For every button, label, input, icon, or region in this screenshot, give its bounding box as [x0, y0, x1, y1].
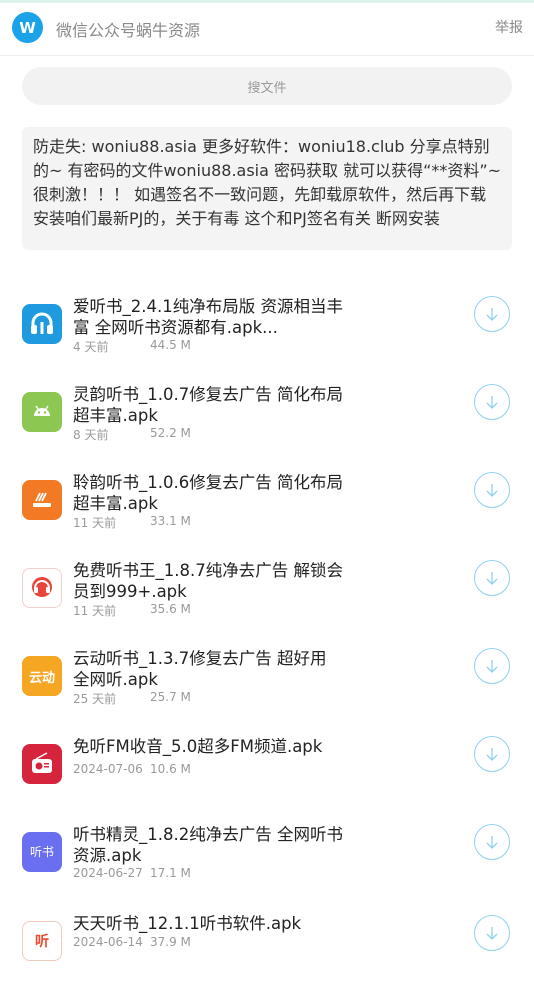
file-meta: 4 天前 44.5 M	[73, 338, 191, 355]
download-button[interactable]	[474, 560, 510, 596]
file-name[interactable]: 灵韵听书_1.0.7修复去广告 简化布局 超丰富.apk	[73, 384, 348, 426]
tingshu-jingling-icon: 听书	[22, 832, 62, 872]
file-name[interactable]: 爱听书_2.4.1纯净布局版 资源相当丰富 全网听书资源都有.apk...	[73, 296, 348, 338]
file-item[interactable]: 免听FM收音_5.0超多FM频道.apk 2024-07-06 10.6 M	[0, 736, 534, 816]
search-label: 搜文件	[247, 80, 287, 96]
icon-label: 听	[35, 934, 49, 950]
file-time: 11 天前	[73, 604, 117, 618]
file-item[interactable]: 免费听书王_1.8.7纯净去广告 解锁会员到999+.apk 11 天前 35.…	[0, 560, 534, 640]
file-item[interactable]: 爱听书_2.4.1纯净布局版 资源相当丰富 全网听书资源都有.apk... 4 …	[0, 296, 534, 376]
headphones-icon	[22, 304, 62, 344]
file-size: 25.7 M	[150, 690, 191, 704]
file-meta: 25 天前 25.7 M	[73, 690, 191, 707]
header: W 微信公众号蜗牛资源 举报	[0, 3, 534, 56]
file-item[interactable]: 云动 云动听书_1.3.7修复去广告 超好用 全网听.apk 25 天前 25.…	[0, 648, 534, 728]
download-arrow-icon	[486, 484, 498, 497]
file-item[interactable]: 听书 听书精灵_1.8.2纯净去广告 全网听书资源.apk 2024-06-27…	[0, 824, 534, 904]
file-item[interactable]: 灵韵听书_1.0.7修复去广告 简化布局 超丰富.apk 8 天前 52.2 M	[0, 384, 534, 464]
file-time: 11 天前	[73, 516, 117, 530]
file-name[interactable]: 天天听书_12.1.1听书软件.apk	[73, 913, 348, 934]
file-name[interactable]: 免听FM收音_5.0超多FM频道.apk	[73, 736, 348, 757]
site-logo-icon: W	[12, 12, 43, 43]
icon-label: 云动	[28, 670, 55, 686]
headset-king-icon	[22, 568, 62, 608]
download-button[interactable]	[474, 824, 510, 860]
download-button[interactable]	[474, 915, 510, 951]
site-title: 微信公众号蜗牛资源	[56, 21, 201, 40]
file-name[interactable]: 听书精灵_1.8.2纯净去广告 全网听书资源.apk	[73, 824, 348, 866]
download-button[interactable]	[474, 648, 510, 684]
tiantian-logo-icon: 听	[22, 921, 62, 961]
search-files-button[interactable]: 搜文件	[22, 67, 512, 105]
file-size: 17.1 M	[150, 866, 191, 880]
notice-text: 防走失: woniu88.asia 更多好软件：woniu18.club 分享点…	[33, 137, 502, 228]
file-meta: 11 天前 33.1 M	[73, 514, 191, 531]
file-size: 52.2 M	[150, 426, 191, 440]
file-meta: 2024-07-06 10.6 M	[73, 762, 191, 776]
file-meta: 2024-06-27 17.1 M	[73, 866, 191, 880]
file-size: 44.5 M	[150, 338, 191, 352]
android-icon	[22, 392, 62, 432]
file-meta: 8 天前 52.2 M	[73, 426, 191, 443]
file-name[interactable]: 聆韵听书_1.0.6修复去广告 简化布局 超丰富.apk	[73, 472, 348, 514]
file-item[interactable]: 听 天天听书_12.1.1听书软件.apk 2024-06-14 37.9 M	[0, 913, 534, 993]
file-time: 2024-07-06	[73, 762, 143, 776]
download-button[interactable]	[474, 384, 510, 420]
file-time: 25 天前	[73, 692, 117, 706]
file-time: 2024-06-27	[73, 866, 143, 880]
file-item[interactable]: 聆韵听书_1.0.6修复去广告 简化布局 超丰富.apk 11 天前 33.1 …	[0, 472, 534, 552]
icon-label: 听书	[29, 845, 54, 859]
yundong-logo-icon: 云动	[22, 656, 62, 696]
file-size: 37.9 M	[150, 935, 191, 949]
file-size: 33.1 M	[150, 514, 191, 528]
radio-icon	[22, 744, 62, 784]
file-name[interactable]: 云动听书_1.3.7修复去广告 超好用 全网听.apk	[73, 648, 348, 690]
file-size: 10.6 M	[150, 762, 191, 776]
file-meta: 11 天前 35.6 M	[73, 602, 191, 619]
download-button[interactable]	[474, 472, 510, 508]
download-arrow-icon	[486, 396, 498, 409]
download-arrow-icon	[486, 927, 498, 940]
download-arrow-icon	[486, 748, 498, 761]
download-arrow-icon	[486, 572, 498, 585]
notice-box: 防走失: woniu88.asia 更多好软件：woniu18.club 分享点…	[22, 127, 512, 250]
download-arrow-icon	[486, 660, 498, 673]
download-button[interactable]	[474, 296, 510, 332]
book-wave-icon	[22, 480, 62, 520]
file-time: 4 天前	[73, 340, 109, 354]
download-arrow-icon	[486, 308, 498, 321]
download-button[interactable]	[474, 736, 510, 772]
file-meta: 2024-06-14 37.9 M	[73, 935, 191, 949]
file-size: 35.6 M	[150, 602, 191, 616]
file-name[interactable]: 免费听书王_1.8.7纯净去广告 解锁会员到999+.apk	[73, 560, 348, 602]
file-time: 2024-06-14	[73, 935, 143, 949]
file-time: 8 天前	[73, 428, 109, 442]
report-button[interactable]: 举报	[495, 17, 523, 37]
download-arrow-icon	[486, 836, 498, 849]
